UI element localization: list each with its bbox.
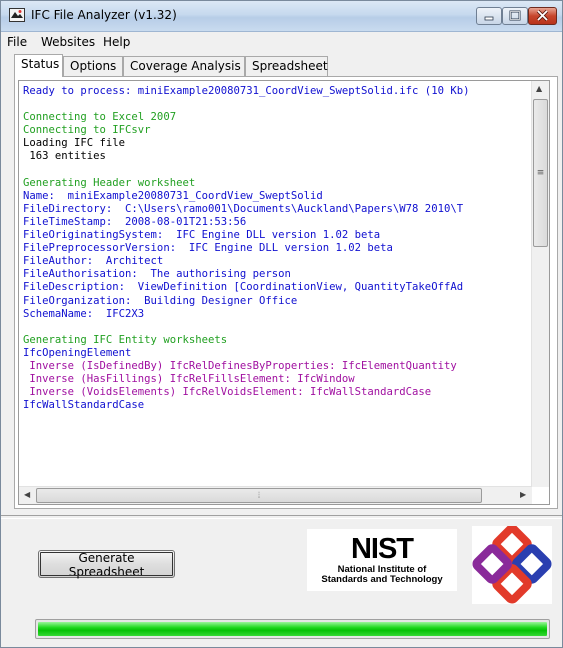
maximize-button[interactable] — [502, 7, 528, 25]
log-line: Ready to process: miniExample20080731_Co… — [23, 85, 470, 97]
tab-status[interactable]: Status — [14, 54, 63, 77]
log-line: Connecting to IFCsvr — [23, 124, 151, 137]
status-panel: Ready to process: miniExample20080731_Co… — [14, 76, 558, 509]
log-line: Loading IFC file — [23, 137, 126, 150]
log-line: FileDirectory: C:\Users\ramo001\Document… — [23, 202, 464, 215]
vertical-scrollbar[interactable]: ▲ ≡ — [531, 81, 549, 487]
log-line: SchemaName: IFC2X3 — [23, 307, 145, 320]
close-icon — [536, 9, 549, 22]
menu-help[interactable]: Help — [103, 35, 130, 49]
horizontal-scrollbar[interactable]: ◀ ⦙ ▶ — [19, 486, 532, 504]
progress-bar-fill — [38, 622, 547, 636]
nist-logo-mark: NIST — [350, 533, 414, 565]
log-line: FileDescription: ViewDefinition [Coordin… — [23, 281, 464, 294]
window-title: IFC File Analyzer (v1.32) — [31, 8, 177, 22]
status-log[interactable]: Ready to process: miniExample20080731_Co… — [18, 80, 550, 505]
log-text: Ready to process: miniExample20080731_Co… — [23, 85, 531, 485]
log-line: FileOrganization: Building Designer Offi… — [23, 294, 298, 307]
nist-logo-caption: National Institute of Standards and Tech… — [307, 565, 457, 585]
tab-options[interactable]: Options — [63, 56, 123, 76]
log-line: Inverse (HasFillings) IfcRelFillsElement… — [23, 373, 355, 386]
separator — [1, 515, 562, 519]
log-line: Generating IFC Entity worksheets — [23, 333, 228, 346]
menu-bar: File Websites Help — [1, 32, 562, 52]
app-icon — [9, 8, 25, 22]
log-line: FilePreprocessorVersion: IFC Engine DLL … — [23, 242, 393, 255]
log-line: Connecting to Excel 2007 — [23, 111, 177, 124]
menu-websites[interactable]: Websites — [41, 35, 95, 49]
log-line: IfcOpeningElement — [23, 346, 132, 359]
title-bar[interactable]: IFC File Analyzer (v1.32) — [1, 1, 562, 32]
log-line: IfcWallStandardCase — [23, 399, 145, 412]
log-line: 163 entities — [23, 150, 106, 163]
tab-coverage-analysis[interactable]: Coverage Analysis — [123, 56, 245, 76]
tab-spreadsheet[interactable]: Spreadsheet — [245, 56, 328, 76]
log-line: FileAuthorisation: The authorising perso… — [23, 268, 291, 281]
scroll-up-icon[interactable]: ▲ — [536, 84, 542, 93]
log-line: Name: miniExample20080731_CoordView_Swep… — [23, 189, 323, 202]
log-line: Generating Header worksheet — [23, 176, 196, 189]
close-button[interactable] — [528, 7, 557, 25]
scroll-left-icon[interactable]: ◀ — [24, 490, 30, 499]
generate-spreadsheet-button[interactable]: Generate Spreadsheet — [38, 550, 175, 579]
nist-logo-line2: Standards and Technology — [321, 574, 443, 585]
vertical-scroll-thumb[interactable]: ≡ — [533, 99, 548, 247]
grip-icon: ⦙ — [257, 490, 261, 501]
log-line: FileAuthor: Architect — [23, 255, 164, 268]
log-line: FileOriginatingSystem: IFC Engine DLL ve… — [23, 229, 381, 242]
log-line: FileTimeStamp: 2008-08-01T21:53:56 — [23, 215, 247, 228]
menu-file[interactable]: File — [7, 35, 27, 49]
grip-icon: ≡ — [536, 168, 545, 178]
horizontal-scroll-thumb[interactable]: ⦙ — [36, 488, 482, 503]
log-line: Inverse (VoidsElements) IfcRelVoidsEleme… — [23, 386, 432, 399]
progress-bar — [35, 619, 550, 639]
nist-logo: NIST National Institute of Standards and… — [307, 529, 457, 591]
log-line: Inverse (IsDefinedBy) IfcRelDefinesByPro… — [23, 359, 457, 372]
scroll-right-icon[interactable]: ▶ — [520, 490, 526, 499]
maximize-icon — [509, 10, 521, 21]
ifc-logo-icon — [472, 526, 552, 604]
minimize-icon — [484, 16, 494, 21]
minimize-button[interactable] — [476, 7, 502, 25]
app-window: IFC File Analyzer (v1.32) File Websites … — [0, 0, 563, 648]
